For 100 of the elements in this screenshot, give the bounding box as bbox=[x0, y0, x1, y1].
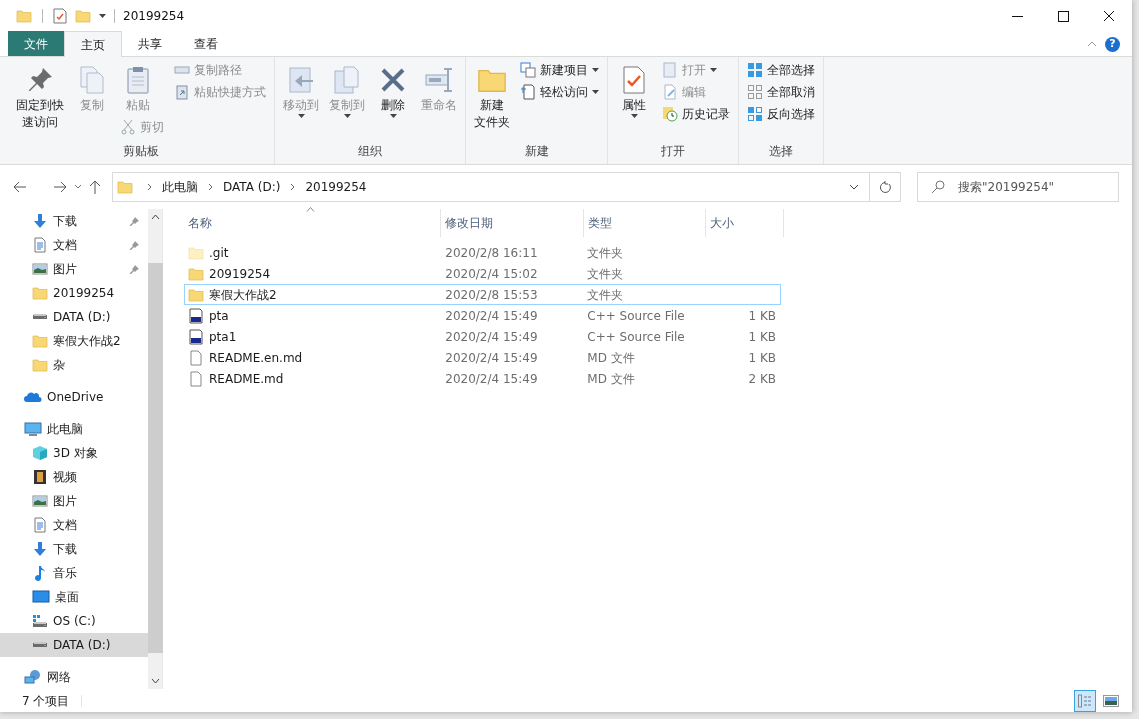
size-cell-text: 2 KB bbox=[748, 370, 776, 388]
nav-item[interactable]: 图片 bbox=[0, 489, 148, 513]
nav-item[interactable]: 此电脑 bbox=[0, 417, 148, 441]
document-icon bbox=[32, 237, 48, 253]
file-name: pta1 bbox=[209, 328, 237, 346]
back-icon[interactable] bbox=[12, 179, 28, 195]
folder-icon bbox=[188, 244, 204, 261]
nav-item[interactable]: 3D 对象 bbox=[0, 441, 148, 465]
ribbon-tab[interactable]: 查看 bbox=[178, 31, 234, 56]
nav-item[interactable]: 视频 bbox=[0, 465, 148, 489]
collapse-ribbon-icon[interactable] bbox=[1087, 41, 1097, 47]
network-icon bbox=[24, 669, 42, 685]
file-row[interactable]: README.en.md 2020/2/4 15:49 MD 文件 1 KB bbox=[184, 347, 781, 368]
history-icon bbox=[662, 106, 678, 122]
move-icon bbox=[286, 65, 316, 95]
column-header[interactable]: 修改日期 bbox=[441, 209, 584, 237]
close-icon bbox=[1103, 10, 1115, 22]
shortcut-icon bbox=[174, 84, 190, 100]
chevron-down-icon[interactable] bbox=[849, 184, 859, 190]
scrollbar[interactable] bbox=[148, 209, 163, 689]
ribbon-tab[interactable]: 文件 bbox=[8, 31, 64, 56]
nav-item[interactable]: 20199254 bbox=[0, 281, 148, 305]
file-icon bbox=[188, 370, 204, 387]
ribbon-button[interactable]: 轻松访问 bbox=[516, 81, 603, 103]
date-cell-text: 2020/2/4 15:02 bbox=[444, 265, 539, 283]
nav-item[interactable]: OneDrive bbox=[0, 385, 148, 409]
ribbon-button[interactable]: 属性 bbox=[612, 59, 656, 120]
date-cell-text: 2020/2/8 15:53 bbox=[444, 286, 539, 304]
nav-item[interactable]: 寒假大作战2 bbox=[0, 329, 148, 353]
caret-icon bbox=[343, 114, 351, 118]
sort-caret-icon bbox=[306, 207, 315, 212]
code-file-icon bbox=[188, 307, 204, 324]
group-label: 选择 bbox=[769, 143, 793, 160]
date-cell-text: 2020/2/4 15:49 bbox=[444, 370, 539, 388]
ribbon-button[interactable]: 全部选择 bbox=[743, 59, 819, 81]
ribbon-button[interactable]: 新建项目 bbox=[516, 59, 603, 81]
nav-item[interactable]: 网络 bbox=[0, 665, 148, 689]
nav-item[interactable]: 下载 bbox=[0, 537, 148, 561]
up-arrow-icon[interactable] bbox=[88, 179, 102, 195]
drive-icon bbox=[32, 614, 48, 628]
file-icon bbox=[188, 349, 204, 366]
breadcrumb[interactable]: DATA (D:) bbox=[223, 178, 281, 196]
ribbon-button[interactable]: 反向选择 bbox=[743, 103, 819, 125]
nav-item[interactable]: 桌面 bbox=[0, 585, 148, 609]
picture-icon bbox=[32, 493, 48, 509]
breadcrumb[interactable]: 此电脑 bbox=[162, 178, 198, 196]
view-button[interactable] bbox=[1074, 689, 1096, 712]
file-row[interactable]: 寒假大作战2 2020/2/8 15:53 文件夹 bbox=[184, 284, 781, 305]
pin-icon bbox=[130, 264, 140, 274]
caret-icon bbox=[389, 114, 397, 118]
maximize-icon bbox=[1057, 10, 1069, 22]
search-icon bbox=[931, 180, 945, 194]
ribbon-button[interactable]: 删除 bbox=[371, 59, 415, 120]
code-file-icon bbox=[188, 328, 204, 345]
forward-icon[interactable] bbox=[52, 179, 68, 195]
file-row[interactable]: 20919254 2020/2/4 15:02 文件夹 bbox=[184, 263, 781, 284]
scrollbar-thumb[interactable] bbox=[147, 263, 163, 653]
ribbon-button[interactable]: 新建 文件夹 bbox=[470, 59, 514, 133]
ribbon-tab[interactable]: 共享 bbox=[122, 31, 178, 56]
file-row[interactable]: README.md 2020/2/4 15:49 MD 文件 2 KB bbox=[184, 368, 781, 389]
nav-item[interactable]: 音乐 bbox=[0, 561, 148, 585]
address-bar[interactable]: 此电脑 DATA (D:) 20199254 bbox=[112, 172, 901, 202]
file-name: pta bbox=[209, 307, 229, 325]
cube-icon bbox=[32, 445, 48, 461]
nav-item[interactable]: DATA (D:) bbox=[0, 305, 148, 329]
column-header[interactable]: 名称 bbox=[184, 209, 441, 237]
download-icon bbox=[32, 541, 48, 557]
file-row[interactable]: pta 2020/2/4 15:49 C++ Source File 1 KB bbox=[184, 305, 781, 326]
drive-icon bbox=[32, 314, 48, 320]
group-label: 组织 bbox=[358, 143, 382, 160]
chevron-right-icon bbox=[208, 183, 213, 191]
folder-icon bbox=[188, 265, 204, 282]
window-title: 20199254 bbox=[123, 8, 185, 25]
file-row[interactable]: .git 2020/2/8 16:11 文件夹 bbox=[184, 242, 781, 263]
date-cell-text: 2020/2/4 15:49 bbox=[444, 349, 539, 367]
type-cell-text: C++ Source File bbox=[586, 328, 686, 346]
help-button[interactable]: ? bbox=[1105, 37, 1120, 52]
nav-item[interactable]: DATA (D:) bbox=[0, 633, 148, 657]
nav-item[interactable]: 图片 bbox=[0, 257, 148, 281]
nav-item[interactable]: OS (C:) bbox=[0, 609, 148, 633]
breadcrumb[interactable]: 20199254 bbox=[305, 178, 367, 196]
folder-icon bbox=[32, 285, 48, 301]
nav-item[interactable]: 下载 bbox=[0, 209, 148, 233]
file-row[interactable]: pta1 2020/2/4 15:49 C++ Source File 1 KB bbox=[184, 326, 781, 347]
size-cell-text: 1 KB bbox=[748, 349, 776, 367]
column-header[interactable]: 大小 bbox=[706, 209, 784, 237]
ribbon-button[interactable]: 固定到快 速访问 bbox=[12, 59, 68, 133]
ribbon-button[interactable]: 全部取消 bbox=[743, 81, 819, 103]
nav-item[interactable]: 杂 bbox=[0, 353, 148, 377]
nav-item[interactable]: 文档 bbox=[0, 233, 148, 257]
nav-item[interactable]: 文档 bbox=[0, 513, 148, 537]
date-cell-text: 2020/2/8 16:11 bbox=[444, 244, 539, 262]
column-header[interactable]: 类型 bbox=[584, 209, 706, 237]
chevron-down-icon[interactable] bbox=[74, 184, 82, 190]
ribbon-tab[interactable]: 主页 bbox=[64, 31, 122, 57]
date-cell-text: 2020/2/4 15:49 bbox=[444, 307, 539, 325]
properties-icon[interactable] bbox=[53, 8, 67, 24]
search-field[interactable]: 搜索"20199254" bbox=[917, 172, 1119, 202]
ribbon-button[interactable]: 历史记录 bbox=[658, 103, 734, 125]
folder-icon bbox=[117, 179, 133, 195]
